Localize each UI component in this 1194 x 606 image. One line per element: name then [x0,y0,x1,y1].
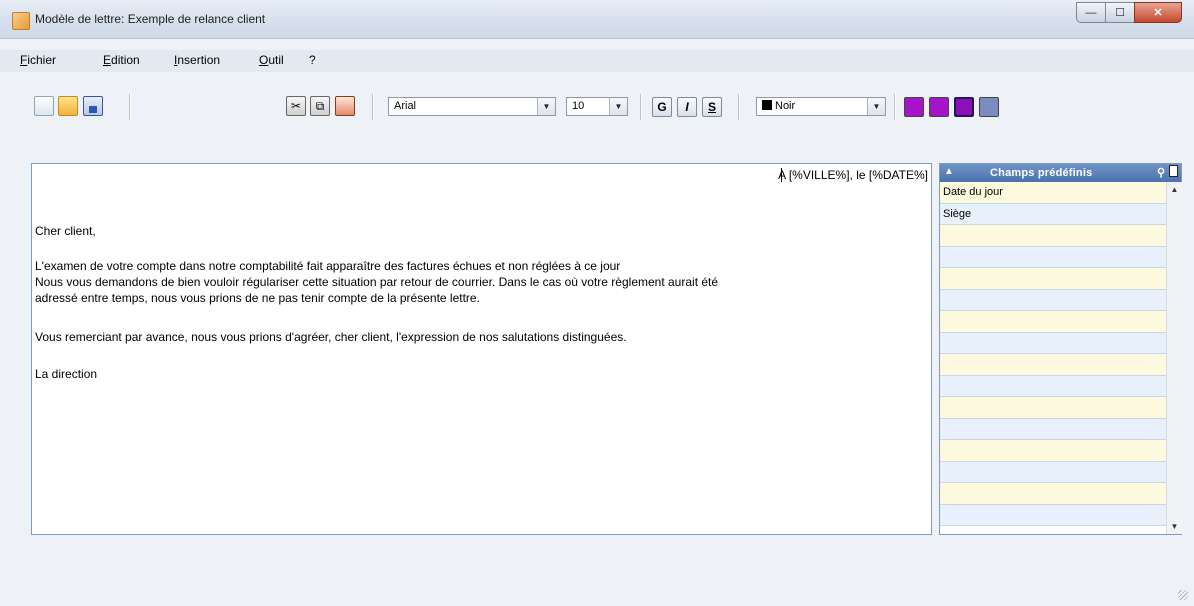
text-color-select[interactable]: Noir ▼ [756,97,886,116]
list-item[interactable] [940,375,1166,397]
list-item[interactable] [940,246,1166,268]
italic-button[interactable]: I [677,97,697,117]
cut-glyph: ✂ [290,99,302,113]
fields-list: Date du jour Siège [940,182,1166,526]
chevron-down-icon[interactable]: ▼ [537,98,555,115]
list-item[interactable] [940,397,1166,419]
align-right-button[interactable] [954,97,974,117]
menu-insertion[interactable]: Insertion [174,53,220,67]
menu-fichier[interactable]: Fichier [20,53,56,67]
save-icon-shape [89,106,97,113]
menu-edition-label: dition [111,53,140,67]
letter-header-place-date: A [%VILLE%], le [%DATE%] [778,168,928,182]
list-item[interactable] [940,504,1166,526]
search-icon[interactable]: ⚲ [1157,166,1165,179]
menu-fichier-label: ichier [27,53,57,67]
menu-help-label: ? [309,53,316,67]
save-icon[interactable] [83,96,103,116]
toolbar: ✂ ⧉ Arial ▼ 10 ▼ G I S Noir ▼ [0,90,1194,130]
list-item[interactable] [940,289,1166,311]
letter-body-line: adressé entre temps, nous vous prions de… [35,291,480,305]
resize-grip-icon[interactable] [1178,590,1188,600]
letter-body-line: Nous vous demandons de bien vouloir régu… [35,275,719,289]
font-family-select[interactable]: Arial ▼ [388,97,556,116]
menu-outil[interactable]: Outil [259,53,284,67]
align-left-button[interactable] [904,97,924,117]
list-item[interactable]: Date du jour [940,182,1166,204]
list-item[interactable] [940,461,1166,483]
bold-button[interactable]: G [652,97,672,117]
window-controls: — ☐ ✕ [1076,2,1182,23]
status-area [0,585,1194,606]
panel-title: Champs prédéfinis [990,167,1093,179]
letter-greeting: Cher client, [35,224,96,238]
color-swatch [762,100,772,110]
paste-icon[interactable] [335,96,355,116]
minimize-button[interactable]: — [1076,2,1106,23]
list-item[interactable] [940,418,1166,440]
toolbar-separator [640,94,641,120]
menu-outil-accel: O [259,53,269,67]
menu-edition-accel: E [103,53,112,67]
font-size-select[interactable]: 10 ▼ [566,97,628,116]
panel-header: ▲ Champs prédéfinis ⚲ [940,164,1181,182]
open-folder-icon[interactable] [58,96,78,116]
list-item[interactable] [940,268,1166,290]
justify-button[interactable] [979,97,999,117]
list-item[interactable] [940,311,1166,333]
cut-icon[interactable]: ✂ [286,96,306,116]
toolbar-separator [738,94,739,120]
text-color-value: Noir [775,100,796,112]
copy-glyph: ⧉ [315,99,325,113]
predefined-fields-panel: ▲ Champs prédéfinis ⚲ Date du jour Siège… [939,163,1182,535]
underline-button[interactable]: S [702,97,722,117]
new-document-icon[interactable] [34,96,54,116]
font-family-value: Arial [394,100,417,112]
application-window: Modèle de lettre: Exemple de relance cli… [0,0,1194,606]
letter-editor[interactable]: A [%VILLE%], le [%DATE%] Cher client, L'… [31,163,932,535]
align-center-button[interactable] [929,97,949,117]
font-size-value: 10 [572,100,585,112]
menu-outil-label: util [268,53,284,67]
toolbar-separator [894,94,895,120]
chevron-down-icon[interactable]: ▼ [609,98,627,115]
collapse-icon[interactable]: ▲ [944,166,954,177]
app-icon [12,12,30,30]
menu-insertion-label: nsertion [177,53,221,67]
toolbar-separator [129,94,130,120]
list-item[interactable] [940,354,1166,376]
document-icon[interactable] [1169,165,1178,177]
close-button[interactable]: ✕ [1134,2,1182,23]
letter-closing: Vous remerciant par avance, nous vous pr… [35,330,627,344]
window-title: Modèle de lettre: Exemple de relance cli… [35,12,266,26]
toolbar-separator [372,94,373,120]
letter-body-line: L'examen de votre compte dans notre comp… [35,259,621,273]
panel-scrollbar[interactable]: ▲ ▼ [1166,182,1182,534]
list-item[interactable]: Siège [940,203,1166,225]
title-bar: Modèle de lettre: Exemple de relance cli… [0,0,1194,39]
list-item[interactable] [940,225,1166,247]
letter-signature: La direction [35,367,98,381]
scroll-down-icon[interactable]: ▼ [1167,519,1182,534]
chevron-down-icon[interactable]: ▼ [867,98,885,115]
scroll-up-icon[interactable]: ▲ [1167,182,1182,197]
list-item[interactable] [940,332,1166,354]
list-item[interactable] [940,483,1166,505]
menu-help[interactable]: ? [309,53,316,67]
menu-bar: Fichier Edition Insertion Outil ? [0,50,1194,72]
copy-icon[interactable]: ⧉ [310,96,330,116]
list-item[interactable] [940,440,1166,462]
menu-edition[interactable]: Edition [103,53,140,67]
maximize-button[interactable]: ☐ [1105,2,1135,23]
